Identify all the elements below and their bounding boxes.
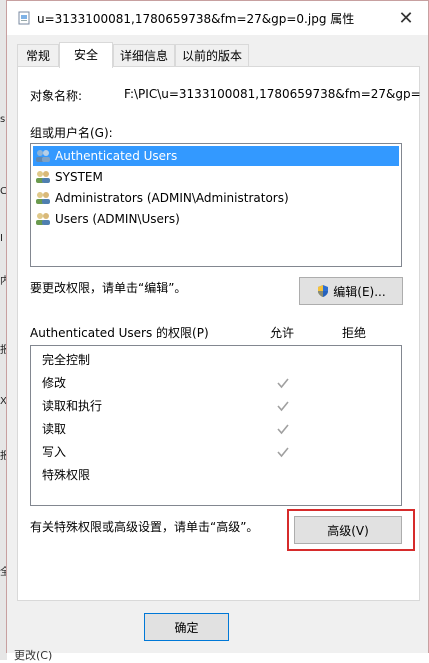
tab-security[interactable]: 安全 [59,42,113,68]
window-title: u=3133100081,1780659738&fm=27&gp=0.jpg 属… [37,12,355,26]
advanced-button-label: 高级(V) [327,523,369,538]
title-bar: u=3133100081,1780659738&fm=27&gp=0.jpg 属… [7,1,428,35]
document-icon [18,11,30,25]
permissions-list[interactable]: 完全控制 修改 读取和执行 读取 写入 特殊权限 [30,345,402,506]
users-group-icon [36,213,50,225]
edit-hint: 要更改权限，请单击“编辑”。 [30,281,187,295]
list-item-system[interactable]: SYSTEM [33,167,103,187]
users-group-icon [36,192,50,204]
edit-button-label: 编辑(E)... [333,284,386,299]
background-change-button: 更改(C) [14,649,53,662]
object-name-value: F:\PIC\u=3133100081,1780659738&fm=27&gp= [124,87,421,101]
permission-row-write: 写入 [42,445,67,459]
list-item-label: SYSTEM [55,170,103,184]
edit-button[interactable]: 编辑(E)... [299,277,403,305]
properties-dialog: u=3133100081,1780659738&fm=27&gp=0.jpg 属… [6,0,429,653]
tab-previous-versions[interactable]: 以前的版本 [175,44,249,66]
permission-row-modify: 修改 [42,376,67,390]
tab-details[interactable]: 详细信息 [113,44,175,66]
groups-label: 组或用户名(G): [30,126,113,140]
dialog-footer: 确定 [7,601,428,653]
ok-button-label: 确定 [174,620,199,635]
list-item-users[interactable]: Users (ADMIN\Users) [33,209,180,229]
object-name-label: 对象名称: [30,89,83,103]
tab-general[interactable]: 常规 [17,44,59,66]
users-group-icon [36,150,50,162]
check-mark-icon [277,424,289,435]
groups-list[interactable]: Authenticated Users SYSTEM Administrator… [30,143,402,267]
list-item-authenticated-users[interactable]: Authenticated Users [33,146,399,166]
permissions-title: Authenticated Users 的权限(P) [30,326,209,340]
list-item-label: Users (ADMIN\Users) [55,212,180,226]
permission-row-read-execute: 读取和执行 [42,399,103,413]
permission-row-special: 特殊权限 [42,468,91,482]
list-item-label: Administrators (ADMIN\Administrators) [55,191,289,205]
uac-shield-icon [318,285,329,297]
advanced-hint: 有关特殊权限或高级设置，请单击“高级”。 [30,520,259,534]
deny-header: 拒绝 [342,326,367,340]
users-group-icon [36,171,50,183]
permission-row-full-control: 完全控制 [42,353,91,367]
check-mark-icon [277,447,289,458]
advanced-button[interactable]: 高级(V) [294,516,402,544]
allow-header: 允许 [270,326,295,340]
ok-button[interactable]: 确定 [144,613,229,641]
check-mark-icon [277,378,289,389]
list-item-administrators[interactable]: Administrators (ADMIN\Administrators) [33,188,289,208]
close-icon: ✕ [398,7,414,29]
list-item-label: Authenticated Users [55,149,178,163]
check-mark-icon [277,401,289,412]
close-button[interactable]: ✕ [384,1,428,35]
permission-row-read: 读取 [42,422,67,436]
